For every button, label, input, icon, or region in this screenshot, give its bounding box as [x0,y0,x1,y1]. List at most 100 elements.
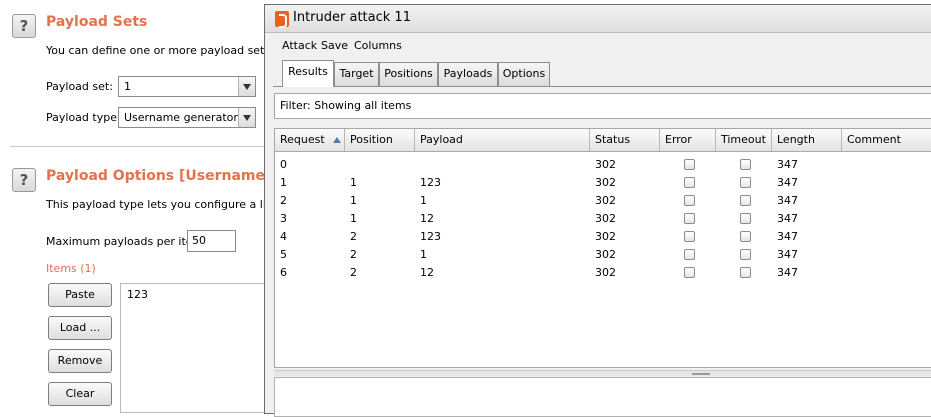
cell-position: 2 [350,266,357,279]
cell-request: 6 [280,266,287,279]
column-timeout[interactable]: Timeout [716,129,772,151]
cell-payload: 12 [420,212,434,225]
table-row[interactable]: 4 2 123 302 347 [275,228,931,246]
cell-length: 347 [777,230,798,243]
tab-bar: Results Target Positions Payloads Option… [273,60,931,87]
tab-target[interactable]: Target [334,62,379,86]
cell-payload [415,156,420,174]
tab-options[interactable]: Options [498,62,550,86]
column-comment[interactable]: Comment [842,129,931,151]
cell-payload: 1 [420,194,427,207]
cell-length: 347 [777,176,798,189]
help-icon[interactable]: ? [12,168,36,192]
error-checkbox[interactable] [684,231,695,242]
cell-payload: 123 [420,176,441,189]
cell-request: 4 [280,230,287,243]
cell-status: 302 [595,194,616,207]
cell-status: 302 [595,266,616,279]
load-button[interactable]: Load ... [48,316,112,340]
timeout-checkbox[interactable] [740,159,751,170]
cell-position [345,156,350,174]
max-payloads-label: Maximum payloads per item: [46,235,207,248]
cell-length: 347 [777,248,798,261]
table-body: 0 302 347 1 1 123 302 347 2 1 1 302 347 … [275,156,931,282]
payload-set-label: Payload set: [46,80,113,93]
tab-payloads[interactable]: Payloads [438,62,498,86]
table-row[interactable]: 3 1 12 302 347 [275,210,931,228]
drag-handle-icon[interactable] [692,373,710,375]
cell-status: 302 [595,230,616,243]
payload-type-select[interactable]: Username generator [118,107,256,128]
cell-request: 5 [280,248,287,261]
timeout-checkbox[interactable] [740,213,751,224]
detail-pane [274,377,931,417]
section-divider [10,146,265,147]
window-title: Intruder attack 11 [293,10,411,25]
cell-status: 302 [595,248,616,261]
list-item[interactable]: 123 [127,288,263,301]
intruder-attack-window: Intruder attack 11 Attack Save Columns R… [264,4,931,417]
payload-set-value: 1 [124,80,131,93]
menu-bar: Attack Save Columns [265,34,931,58]
cell-position: 1 [350,176,357,189]
timeout-checkbox[interactable] [740,249,751,260]
cell-status: 302 [595,176,616,189]
table-row[interactable]: 2 1 1 302 347 [275,192,931,210]
cell-request: 1 [280,176,287,189]
column-request[interactable]: Request [275,129,345,151]
payload-sets-title: Payload Sets [46,14,148,30]
error-checkbox[interactable] [684,267,695,278]
payload-set-select[interactable]: 1 [118,76,256,97]
timeout-checkbox[interactable] [740,195,751,206]
max-payloads-input[interactable]: 50 [187,230,236,252]
column-label: Request [280,133,325,146]
table-row[interactable]: 6 2 12 302 347 [275,264,931,282]
cell-status: 302 [595,212,616,225]
cell-length: 347 [777,158,798,171]
items-count-label: Items (1) [46,262,96,275]
timeout-checkbox[interactable] [740,267,751,278]
chevron-down-icon[interactable] [238,77,255,96]
table-row[interactable]: 0 302 347 [275,156,931,174]
tab-results[interactable]: Results [282,60,334,87]
tab-positions[interactable]: Positions [379,62,438,86]
cell-length: 347 [777,194,798,207]
window-titlebar[interactable]: Intruder attack 11 [265,5,931,33]
cell-status: 302 [595,158,616,171]
table-row[interactable]: 5 2 1 302 347 [275,246,931,264]
column-error[interactable]: Error [660,129,716,151]
error-checkbox[interactable] [684,213,695,224]
chevron-down-icon[interactable] [238,108,255,127]
menu-save[interactable]: Save [321,39,348,52]
column-position[interactable]: Position [345,129,415,151]
cell-length: 347 [777,212,798,225]
filter-bar[interactable]: Filter: Showing all items [274,93,931,119]
cell-request: 3 [280,212,287,225]
payload-items-list[interactable]: 123 [120,283,270,413]
sort-ascending-icon [332,137,341,143]
cell-length: 347 [777,266,798,279]
column-status[interactable]: Status [590,129,660,151]
pane-splitter[interactable] [274,370,931,376]
error-checkbox[interactable] [684,159,695,170]
remove-button[interactable]: Remove [48,349,112,373]
column-payload[interactable]: Payload [415,129,590,151]
burp-logo-icon [275,11,289,28]
menu-attack[interactable]: Attack [282,39,317,52]
cell-request: 2 [280,194,287,207]
payload-sets-description: You can define one or more payload sets.… [46,44,291,57]
error-checkbox[interactable] [684,249,695,260]
column-length[interactable]: Length [772,129,842,151]
table-row[interactable]: 1 1 123 302 347 [275,174,931,192]
timeout-checkbox[interactable] [740,231,751,242]
paste-button[interactable]: Paste [48,283,112,307]
table-header: Request Position Payload Status Error Ti… [275,129,931,152]
menu-columns[interactable]: Columns [354,39,402,52]
cell-position: 2 [350,248,357,261]
help-icon[interactable]: ? [12,14,36,38]
payload-options-description: This payload type lets you configure a l… [46,198,291,211]
error-checkbox[interactable] [684,177,695,188]
clear-button[interactable]: Clear [48,382,112,406]
timeout-checkbox[interactable] [740,177,751,188]
error-checkbox[interactable] [684,195,695,206]
